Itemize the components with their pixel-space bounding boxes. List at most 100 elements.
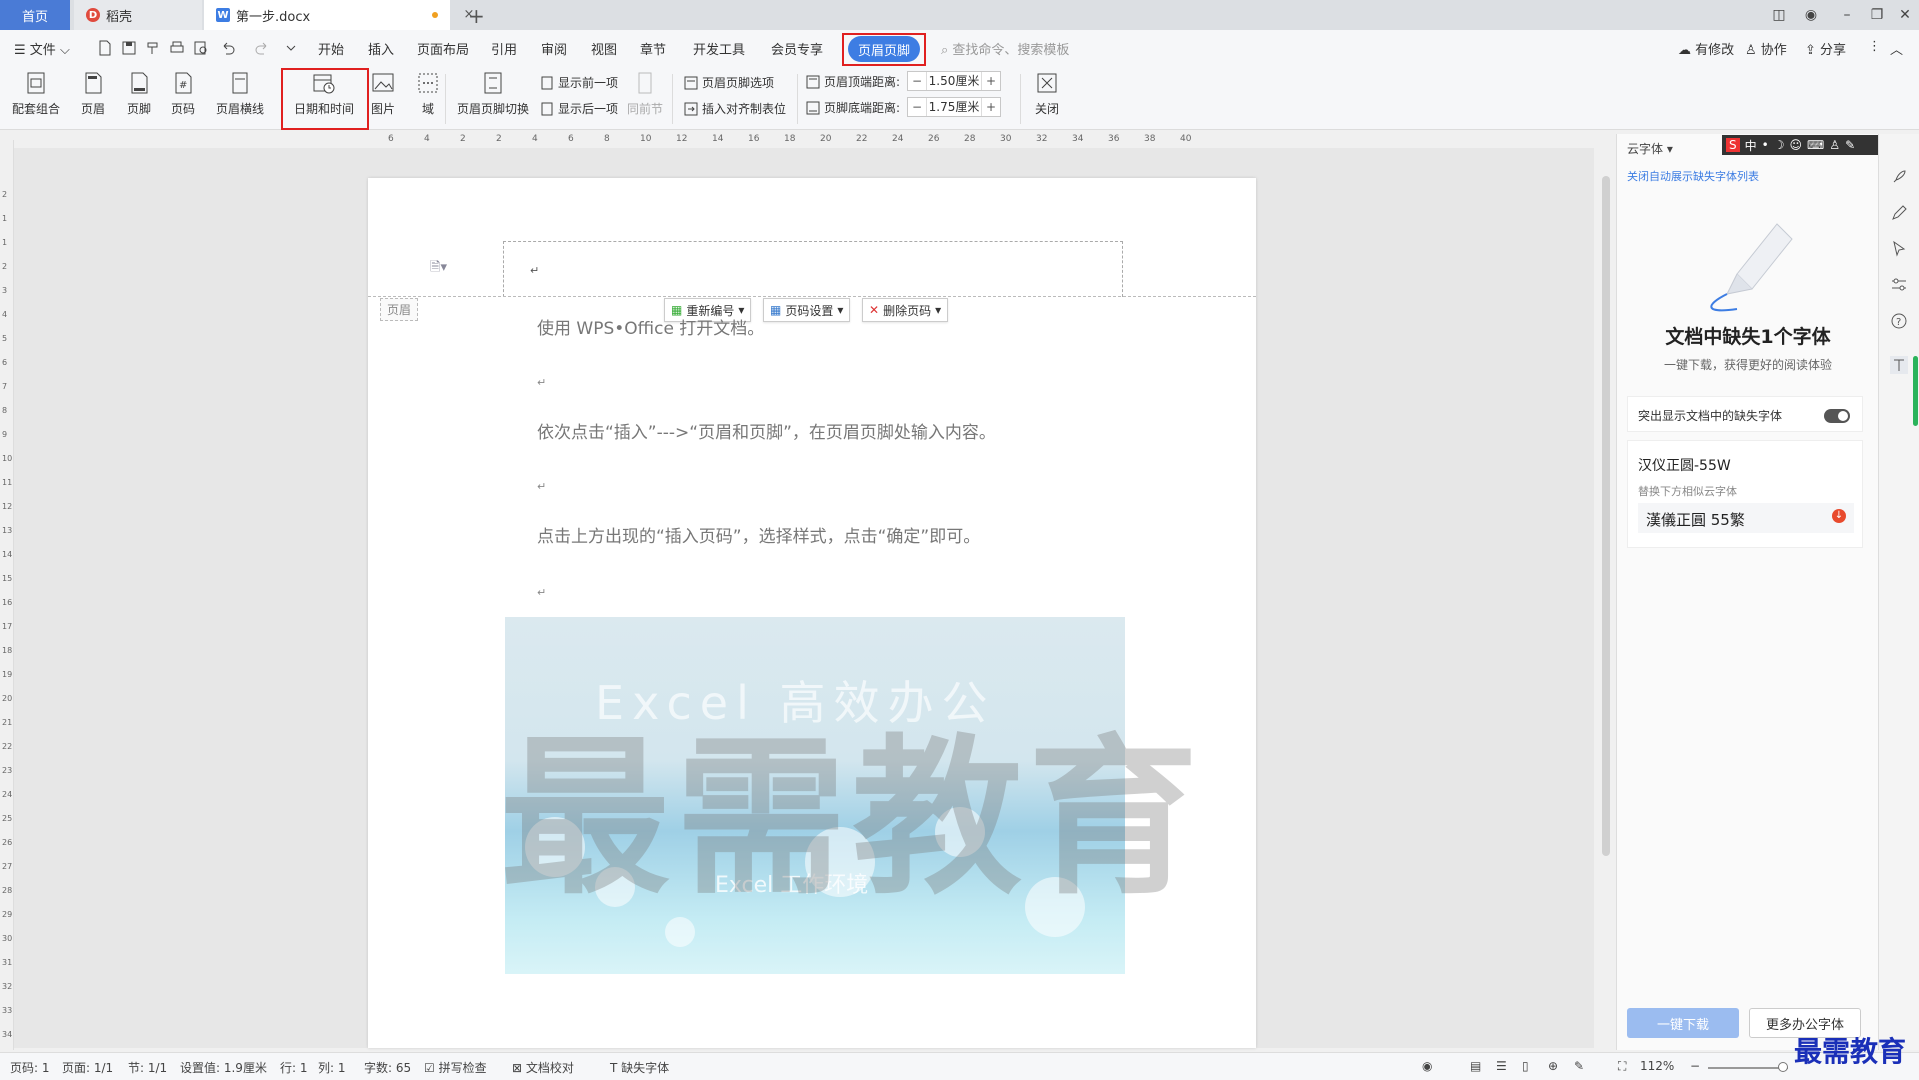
layout-icon[interactable]: ◫ (1764, 0, 1794, 30)
zoom-out-icon[interactable]: − (1690, 1059, 1700, 1073)
footer-button[interactable]: 页脚 (126, 70, 152, 117)
paragraph-3[interactable]: 点击上方出现的“插入页码”，选择样式，点击“确定”即可。 (537, 522, 980, 547)
picture-button[interactable]: 图片 (370, 70, 396, 117)
vertical-scrollbar[interactable] (1600, 136, 1612, 1051)
undo-icon[interactable] (220, 40, 236, 56)
help-icon[interactable]: ? (1890, 312, 1908, 330)
menu-layout[interactable]: 页面布局 (417, 39, 469, 58)
file-menu[interactable]: ☰ 文件 ⌵ (14, 39, 70, 58)
switch-button[interactable]: 页眉页脚切换 (457, 70, 529, 117)
spell-check-button[interactable]: ☑ 拼写检查 (424, 1059, 487, 1076)
cursor-icon[interactable] (1890, 240, 1908, 258)
show-next-button[interactable]: 显示后一项 (540, 100, 618, 117)
minimize-icon[interactable]: – (1832, 0, 1862, 30)
page-number-settings-button[interactable]: ▦ 页码设置 ▾ (763, 298, 851, 322)
panel-title[interactable]: 云字体 ▾ (1627, 140, 1673, 157)
alt-font-item[interactable]: 漢儀正圓 55繁 ↓ (1638, 503, 1854, 533)
close-header-footer-button[interactable]: 关闭 (1034, 70, 1060, 117)
status-words[interactable]: 字数: 65 (364, 1059, 411, 1076)
tab-document[interactable]: W 第一步.docx (204, 0, 450, 30)
menu-member[interactable]: 会员专享 (771, 39, 823, 58)
chinese-mode-icon[interactable]: 中 (1745, 137, 1757, 154)
font-panel-icon[interactable] (1890, 356, 1908, 374)
paragraph-2[interactable]: 依次点击“插入”--->“页眉和页脚”，在页眉页脚处输入内容。 (537, 418, 996, 443)
restore-icon[interactable]: ❐ (1862, 0, 1892, 30)
vertical-ruler[interactable]: 2 1 1 2 3 4 5 6 7 8 9 10 11 12 13 14 15 16 17 18 19 20 21 22 23 2… (0, 140, 14, 1050)
menu-review[interactable]: 审阅 (541, 39, 567, 58)
new-doc-icon[interactable] (97, 40, 113, 56)
zoom-slider[interactable] (1708, 1067, 1788, 1069)
header-button[interactable]: 页眉 (80, 70, 106, 117)
field-button[interactable]: 域 (415, 70, 441, 117)
header-line-button[interactable]: 页眉横线 (216, 70, 264, 117)
print-preview-icon[interactable] (193, 40, 209, 56)
menu-section[interactable]: 章节 (640, 39, 666, 58)
avatar[interactable]: ◉ (1796, 0, 1826, 30)
increase-icon[interactable]: + (982, 100, 1000, 114)
footer-distance-stepper[interactable]: − 1.75厘米 + (907, 97, 1001, 117)
same-as-prev-button[interactable]: 同前节 (627, 70, 663, 117)
header-footer-options-button[interactable]: 页眉页脚选项 (684, 74, 774, 91)
print-icon[interactable] (169, 40, 185, 56)
save-icon[interactable] (121, 40, 137, 56)
decrease-icon[interactable]: − (908, 100, 926, 114)
outline-view-icon[interactable]: ☰ (1496, 1059, 1507, 1073)
web-view-icon[interactable]: ⊕ (1548, 1059, 1558, 1073)
modify-button[interactable]: ☁ 有修改 (1678, 39, 1734, 58)
missing-font-button[interactable]: T 缺失字体 (610, 1059, 669, 1076)
new-tab-icon[interactable]: + (468, 4, 485, 28)
align-tab-button[interactable]: 插入对齐制表位 (684, 100, 786, 117)
header-distance-stepper[interactable]: − 1.50厘米 + (907, 71, 1001, 91)
menu-developer[interactable]: 开发工具 (693, 39, 745, 58)
header-edit-area[interactable] (503, 241, 1123, 297)
scroll-thumb[interactable] (1602, 176, 1610, 856)
zoom-slider-handle[interactable] (1778, 1062, 1788, 1072)
combo-button[interactable]: 配套组合 (12, 70, 60, 117)
horizontal-ruler[interactable]: 6 4 2 2 4 6 8 10 12 14 16 18 20 22 24 26 28 30 32 34 36 38 40 (380, 132, 1250, 148)
format-painter-icon[interactable] (145, 40, 161, 56)
sliders-icon[interactable] (1890, 276, 1908, 294)
more-quick-icon[interactable] (283, 40, 299, 56)
delete-page-number-button[interactable]: ✕ 删除页码 ▾ (862, 298, 949, 322)
paragraph-1[interactable]: 使用 WPS•Office 打开文档。 (537, 314, 764, 339)
keyboard-icon[interactable]: ⌨ (1807, 138, 1824, 152)
menu-start[interactable]: 开始 (318, 39, 344, 58)
punct-icon[interactable]: • (1762, 138, 1769, 152)
header-doc-icon[interactable]: 🗎▾ (430, 258, 447, 280)
proof-button[interactable]: ⊠ 文档校对 (512, 1059, 574, 1076)
tools-icon[interactable]: ✎ (1845, 138, 1855, 152)
zoom-level[interactable]: 112% (1640, 1059, 1674, 1073)
footer-distance-value[interactable]: 1.75厘米 (926, 98, 982, 116)
download-font-icon[interactable]: ↓ (1832, 509, 1846, 523)
close-window-icon[interactable]: ✕ (1890, 0, 1919, 30)
eye-protect-icon[interactable]: ◉ (1422, 1059, 1432, 1073)
smile-icon[interactable]: ☺ (1789, 138, 1802, 152)
download-all-button[interactable]: 一键下载 (1627, 1008, 1739, 1038)
more-options-icon[interactable]: ⋮ (1868, 39, 1881, 54)
page-view-icon[interactable]: ▤ (1470, 1059, 1481, 1073)
moon-icon[interactable]: ☽ (1774, 138, 1785, 152)
write-view-icon[interactable]: ✎ (1574, 1059, 1584, 1073)
menu-insert[interactable]: 插入 (368, 39, 394, 58)
menu-view[interactable]: 视图 (591, 39, 617, 58)
tab-draft[interactable]: D 稻壳 (74, 0, 202, 30)
highlight-toggle[interactable] (1824, 409, 1850, 423)
page-number-button[interactable]: # 页码 (170, 70, 196, 117)
decrease-icon[interactable]: − (908, 74, 926, 88)
tab-home[interactable]: 首页 (0, 0, 70, 30)
collab-button[interactable]: ♙ 协作 (1745, 39, 1787, 58)
increase-icon[interactable]: + (982, 74, 1000, 88)
command-search[interactable]: ⌕ 查找命令、搜索模板 (941, 39, 1069, 58)
pen-icon[interactable] (1890, 204, 1908, 222)
header-distance-value[interactable]: 1.50厘米 (926, 72, 982, 90)
share-button[interactable]: ⇪ 分享 (1805, 39, 1846, 58)
user-icon[interactable]: ♙ (1829, 138, 1840, 152)
redo-icon[interactable] (254, 40, 270, 56)
collapse-ribbon-icon[interactable]: ︿ (1890, 39, 1903, 58)
rocket-icon[interactable] (1890, 168, 1908, 186)
close-auto-list-link[interactable]: 关闭自动展示缺失字体列表 (1627, 168, 1759, 184)
menu-reference[interactable]: 引用 (491, 39, 517, 58)
fit-page-icon[interactable]: ⛶ (1618, 1059, 1626, 1074)
status-pages[interactable]: 页面: 1/1 (62, 1059, 113, 1076)
show-prev-button[interactable]: 显示前一项 (540, 74, 618, 91)
